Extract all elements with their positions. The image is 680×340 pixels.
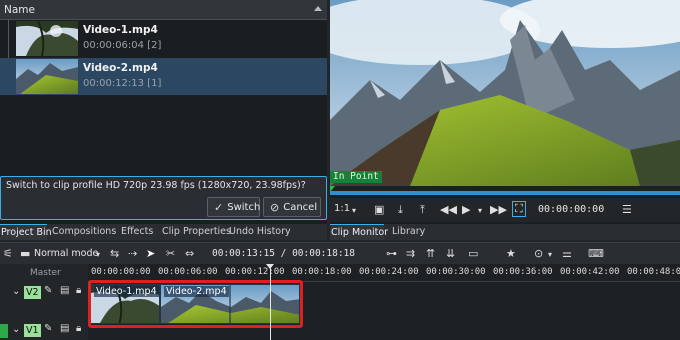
split-tool-icon[interactable]: ⇢ [128,247,137,260]
effects-wand-icon[interactable]: ✎ [44,285,52,296]
clip-duration: 00:00:06:04 [2] [83,40,162,51]
lift-icon[interactable]: ⇈ [426,247,435,260]
tab-project-bin[interactable]: Project Bin [0,224,52,240]
switch-profile-message: Switch to clip profile HD 720p 23.98 fps… [6,180,306,191]
timeline-position: 00:00:13:15 / 00:00:18:18 [212,248,355,259]
tab-undo-history[interactable]: Undo History [229,224,291,240]
chevron-down-icon[interactable]: ▾ [96,250,100,259]
clip-name: Video-2.mp4 [83,62,158,74]
tab-library[interactable]: Library [392,224,425,240]
ruler-tick-label: 00:00:00:00 [91,267,151,277]
switch-button-label: Switch [227,201,261,213]
name-column-header[interactable]: Name [4,4,35,16]
tab-clip-monitor[interactable]: Clip Monitor [330,224,388,240]
extract-icon[interactable]: ⇊ [446,247,455,260]
slip-tool-icon[interactable]: ⇔ [185,247,194,260]
track-label-v2[interactable]: V2 [24,286,41,299]
favorite-star-icon[interactable]: ★ [506,247,516,260]
clip-duration: 00:00:12:13 [1] [83,78,162,89]
zone-bar [330,191,680,195]
sort-arrow-icon[interactable] [314,6,322,11]
ruler-tick-label: 00:00:48:00 [627,267,680,277]
switch-button[interactable]: ✓ Switch [207,197,260,217]
lock-icon[interactable]: 🔒︎ [76,323,81,334]
checkmark-icon: ✓ [214,200,224,214]
mixer-icon[interactable]: ⚌ [562,247,572,260]
ruler-tick-label: 00:00:36:00 [493,267,553,277]
ruler-tick-label: 00:00:24:00 [359,267,419,277]
ruler-tick-label: 00:00:30:00 [426,267,486,277]
right-tab-bar: Clip Monitor Library [330,224,680,240]
mode-select[interactable]: Normal mode [34,248,98,259]
collapse-chevron-icon[interactable]: ⌄ [12,286,20,297]
in-point-marker-icon [330,186,335,192]
tab-effects[interactable]: Effects [121,224,153,240]
active-track-indicator [0,324,8,338]
monitor-ruler[interactable] [330,186,680,196]
mode-icon[interactable]: ▬ [20,247,30,260]
bin-clip-row-selected[interactable]: Video-2.mp4 00:00:12:13 [1] [0,58,327,95]
zoom-select[interactable]: 1:1 [334,203,350,214]
razor-tool-icon[interactable]: ✂ [166,247,175,260]
project-bin: Name Video-1.mp4 00:00:06:04 [2] Video-2… [0,0,327,224]
master-label[interactable]: Master [30,268,61,278]
film-icon[interactable]: ▤ [60,323,69,334]
keyboard-icon[interactable]: ⌨ [588,247,604,260]
spacer-tool-icon[interactable]: ⇆ [110,247,119,260]
play-options-chevron-icon[interactable]: ▾ [478,206,482,215]
zone-icon[interactable]: ▭ [468,247,478,260]
ruler-tick-label: 00:00:12:00 [225,267,285,277]
fast-forward-icon[interactable]: ▶▶ [490,203,507,216]
set-out-point-icon[interactable]: ⤒ [420,203,425,217]
collapse-chevron-icon[interactable]: ⌄ [12,324,20,335]
clip-name: Video-1.mp4 [83,24,158,36]
track-label-v1[interactable]: V1 [24,324,41,337]
switch-profile-bar: Switch to clip profile HD 720p 23.98 fps… [0,176,327,220]
rewind-icon[interactable]: ◀◀ [440,203,457,216]
select-tool-icon[interactable]: ➤ [146,247,155,260]
in-point-label: In Point [330,171,382,183]
timeline-toolbar: ⚟ ▬ Normal mode ▾ ⇆ ⇢ ➤ ✂ ⇔ 00:00:13:15 … [0,242,680,264]
fullscreen-box-icon[interactable]: ▣ [374,203,384,216]
zoom-fit-icon[interactable]: ⛶ [512,201,526,217]
insert-icon[interactable]: ⊶ [386,247,397,260]
monitor-video-frame [330,0,680,186]
bin-header[interactable]: Name [0,0,327,20]
play-icon[interactable]: ▶ [462,203,470,216]
overwrite-icon[interactable]: ⇉ [406,247,415,260]
chevron-down-icon[interactable]: ▾ [352,206,356,215]
settings-icon[interactable]: ⚟ [3,247,13,260]
clip-monitor: In Point 1:1 ▾ ▣ ⤓ ⤒ ◀◀ ▶ ▾ ▶▶ ⛶ 00:00:0… [330,0,680,224]
ruler-tick-label: 00:00:18:00 [292,267,352,277]
cancel-icon: ⊘ [270,200,280,214]
tab-clip-properties[interactable]: Clip Properties [162,224,231,240]
tab-compositions[interactable]: Compositions [52,224,116,240]
clip-thumbnail [16,59,78,94]
ruler-tick-label: 00:00:06:00 [158,267,218,277]
ruler-tick-label: 00:00:42:00 [560,267,620,277]
track-headers: Master ⌄ V2 ✎ ▤ 🔒︎ ⌄ V1 ✎ ▤ 🔒︎ [0,264,88,340]
cancel-button-label: Cancel [283,201,318,213]
monitor-toolbar: 1:1 ▾ ▣ ⤓ ⤒ ◀◀ ▶ ▾ ▶▶ ⛶ 00:00:00:00 ☰ [330,198,680,222]
chevron-down-icon[interactable]: ▾ [548,250,552,259]
target-icon[interactable]: ⊙ [534,247,543,260]
cancel-button[interactable]: ⊘ Cancel [263,197,321,217]
set-in-point-icon[interactable]: ⤓ [398,203,403,217]
effects-wand-icon[interactable]: ✎ [44,323,52,334]
film-icon[interactable]: ▤ [60,285,69,296]
monitor-timecode[interactable]: 00:00:00:00 [538,204,604,215]
bin-clip-row[interactable]: Video-1.mp4 00:00:06:04 [2] [0,20,327,57]
lock-icon[interactable]: 🔒︎ [76,285,81,296]
playhead[interactable] [270,268,271,340]
clip-thumbnail [16,21,78,56]
left-tab-bar: Project Bin Compositions Effects Clip Pr… [0,224,327,240]
menu-icon[interactable]: ☰ [622,203,632,216]
